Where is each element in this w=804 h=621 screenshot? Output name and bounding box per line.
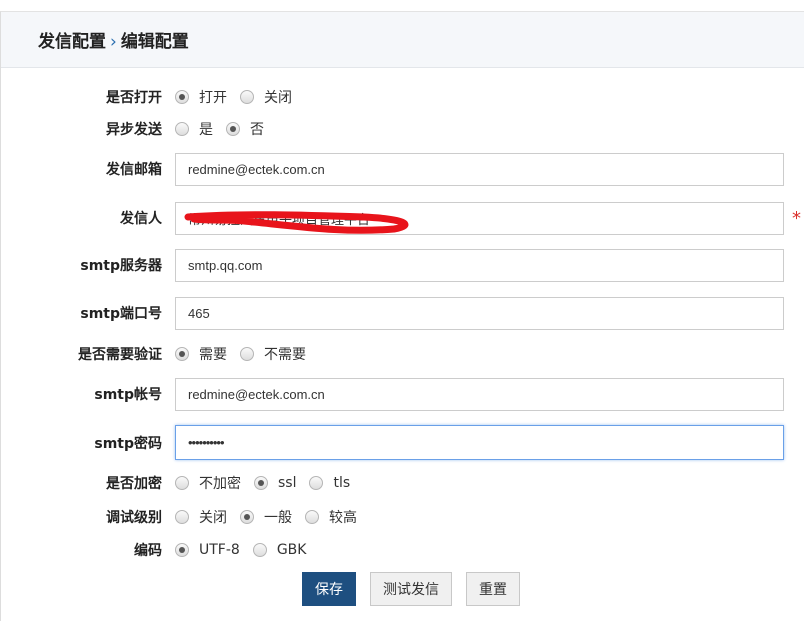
async-option-label: 否	[250, 122, 264, 138]
save-button[interactable]: 保存	[302, 572, 356, 606]
encoding-option-label: UTF-8	[199, 542, 240, 558]
smtp-port-input[interactable]: 465	[175, 296, 784, 330]
label-enable: 是否打开	[106, 90, 162, 106]
reset-button[interactable]: 重置	[466, 572, 520, 606]
row-async: 异步发送 是 否	[0, 119, 804, 139]
row-debug: 调试级别 关闭 一般 较高	[0, 507, 804, 527]
debug-radio[interactable]	[175, 510, 189, 524]
label-encoding: 编码	[134, 543, 162, 559]
async-option[interactable]: 是	[175, 119, 213, 139]
label-smtp-account: smtp帐号	[94, 387, 162, 403]
debug-radio[interactable]	[305, 510, 319, 524]
auth-radio[interactable]	[240, 347, 254, 361]
enable-option[interactable]: 关闭	[240, 87, 292, 107]
row-sender-name: 发信人 常州易控汽车电子项目管理平台 *	[0, 201, 804, 235]
encoding-option[interactable]: GBK	[252, 542, 307, 558]
label-async: 异步发送	[106, 122, 162, 138]
async-option[interactable]: 否	[226, 119, 264, 139]
enable-radio[interactable]	[240, 90, 254, 104]
label-smtp-server: smtp服务器	[80, 258, 162, 274]
smtp-password-input[interactable]: ••••••••••	[175, 425, 784, 460]
debug-option-label: 关闭	[199, 510, 227, 526]
smtp-account-input[interactable]: redmine@ectek.com.cn	[175, 377, 784, 411]
debug-option[interactable]: 关闭	[175, 507, 227, 527]
breadcrumb-separator: ›	[110, 32, 117, 52]
label-encrypt: 是否加密	[106, 476, 162, 492]
auth-option[interactable]: 不需要	[240, 344, 306, 364]
auth-option[interactable]: 需要	[175, 344, 227, 364]
encrypt-radio[interactable]	[175, 476, 189, 490]
async-radio[interactable]	[226, 122, 240, 136]
async-radio[interactable]	[175, 122, 189, 136]
encrypt-option[interactable]: 不加密	[175, 473, 241, 493]
label-debug: 调试级别	[106, 510, 162, 526]
label-smtp-password: smtp密码	[94, 435, 162, 452]
row-smtp-account: smtp帐号 redmine@ectek.com.cn	[0, 377, 804, 411]
encoding-radio[interactable]	[252, 543, 267, 557]
enable-radio[interactable]	[175, 90, 189, 104]
breadcrumb: 发信配置 › 编辑配置	[38, 27, 189, 52]
debug-option[interactable]: 一般	[240, 507, 292, 527]
enable-option-label: 打开	[199, 90, 227, 106]
async-option-label: 是	[199, 122, 213, 138]
sender-name-input[interactable]: 常州易控汽车电子项目管理平台	[175, 201, 784, 235]
encrypt-radio[interactable]	[309, 476, 324, 490]
encrypt-radio[interactable]	[254, 476, 268, 490]
encrypt-option[interactable]: tls	[309, 475, 350, 491]
label-smtp-port: smtp端口号	[80, 306, 162, 322]
smtp-server-input[interactable]: smtp.qq.com	[175, 248, 784, 282]
auth-option-label: 不需要	[264, 347, 306, 363]
enable-option-label: 关闭	[264, 90, 292, 106]
row-smtp-password: smtp密码 ••••••••••	[0, 425, 804, 460]
breadcrumb-parent[interactable]: 发信配置	[38, 32, 106, 52]
enable-option[interactable]: 打开	[175, 87, 227, 107]
encrypt-option-label: ssl	[278, 475, 297, 491]
encoding-option[interactable]: UTF-8	[175, 542, 240, 558]
label-sender-email: 发信邮箱	[106, 162, 162, 178]
debug-radio[interactable]	[240, 510, 254, 524]
label-sender-name: 发信人	[120, 211, 162, 227]
row-encrypt: 是否加密 不加密 ssl tls	[0, 473, 804, 493]
sender-name-value: 常州易控汽车电子项目管理平台	[188, 212, 371, 228]
encrypt-option-label: 不加密	[199, 476, 241, 492]
debug-option[interactable]: 较高	[305, 507, 357, 527]
row-encoding: 编码 UTF-8 GBK	[0, 540, 804, 560]
encoding-radio[interactable]	[175, 543, 189, 557]
row-sender-email: 发信邮箱 redmine@ectek.com.cn	[0, 152, 804, 186]
row-enable: 是否打开 打开 关闭	[0, 87, 804, 107]
row-smtp-server: smtp服务器 smtp.qq.com	[0, 248, 804, 282]
row-smtp-port: smtp端口号 465	[0, 296, 804, 330]
encrypt-option[interactable]: ssl	[254, 475, 296, 491]
breadcrumb-current: 编辑配置	[120, 32, 189, 52]
auth-radio[interactable]	[175, 347, 189, 361]
label-auth: 是否需要验证	[78, 347, 162, 363]
debug-option-label: 较高	[329, 510, 357, 526]
required-asterisk: *	[792, 207, 801, 229]
sender-email-input[interactable]: redmine@ectek.com.cn	[175, 152, 784, 186]
row-auth: 是否需要验证 需要 不需要	[0, 344, 804, 364]
debug-option-label: 一般	[264, 510, 292, 526]
encrypt-option-label: tls	[333, 475, 351, 491]
encoding-option-label: GBK	[276, 542, 307, 558]
test-send-button[interactable]: 测试发信	[370, 572, 452, 606]
auth-option-label: 需要	[199, 347, 227, 363]
